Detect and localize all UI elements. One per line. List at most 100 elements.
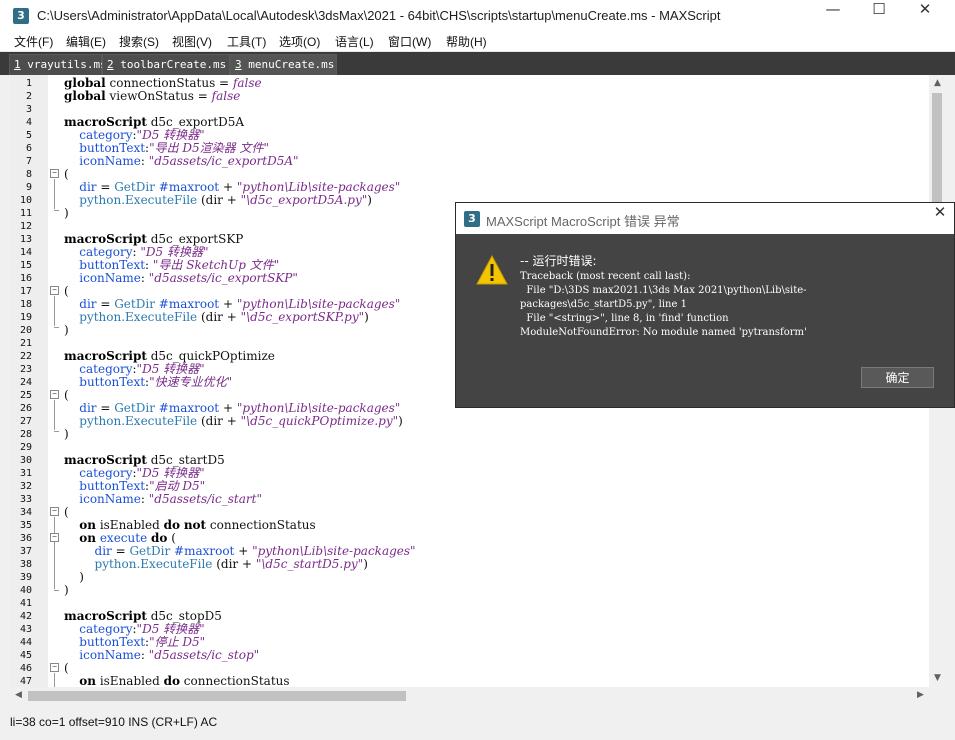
- code-line: iconName: "d5assets/ic_exportSKP": [79, 271, 298, 285]
- tab-menucreate[interactable]: 3 menuCreate.ms: [230, 54, 337, 75]
- menu-edit[interactable]: 编辑(E): [66, 33, 106, 50]
- code-line: ): [64, 427, 69, 441]
- menu-bar: 文件(F) 编辑(E) 搜索(S) 视图(V) 工具(T) 选项(O) 语言(L…: [0, 31, 955, 52]
- fold-marker[interactable]: −: [50, 286, 59, 295]
- menu-options[interactable]: 选项(O): [279, 33, 320, 50]
- line-number: 41: [19, 598, 32, 609]
- line-number: 26: [19, 403, 32, 414]
- scroll-left-arrow-icon[interactable]: ◀: [10, 687, 27, 704]
- code-line: python.ExecuteFile (dir + "\d5c_quickPOp…: [79, 414, 403, 428]
- line-number: 31: [19, 468, 32, 479]
- code-line: ): [64, 583, 69, 597]
- fold-marker[interactable]: −: [50, 169, 59, 178]
- error-line: packages\d5c_startD5.py", line 1: [520, 299, 687, 310]
- code-line: ): [64, 323, 69, 337]
- line-number: 6: [25, 143, 32, 154]
- dialog-title: MAXScript MacroScript 错误 异常: [486, 214, 680, 229]
- status-bar: li=38 co=1 offset=910 INS (CR+LF) AC: [0, 712, 945, 732]
- error-line: ModuleNotFoundError: No module named 'py…: [520, 327, 807, 338]
- code-line: python.ExecuteFile (dir + "\d5c_startD5.…: [94, 557, 368, 571]
- minimize-button[interactable]: —: [810, 0, 856, 31]
- menu-search[interactable]: 搜索(S): [119, 33, 159, 50]
- line-number: 14: [19, 247, 32, 258]
- line-number: 47: [19, 676, 32, 687]
- dialog-close-icon[interactable]: ✕: [926, 203, 954, 234]
- fold-marker[interactable]: −: [50, 663, 59, 672]
- fold-marker[interactable]: −: [50, 507, 59, 516]
- line-number: 42: [19, 611, 32, 622]
- window-title: C:\Users\Administrator\AppData\Local\Aut…: [37, 8, 721, 23]
- menu-language[interactable]: 语言(L): [335, 33, 374, 50]
- code-line: on isEnabled do connectionStatus: [79, 674, 290, 688]
- menu-help[interactable]: 帮助(H): [446, 33, 487, 50]
- line-number: 34: [19, 507, 32, 518]
- status-text: li=38 co=1 offset=910 INS (CR+LF) AC: [10, 715, 218, 729]
- line-number: 20: [19, 325, 32, 336]
- line-number: 28: [19, 429, 32, 440]
- line-number: 29: [19, 442, 32, 453]
- line-number: 11: [19, 208, 32, 219]
- line-number: 23: [19, 364, 32, 375]
- code-line: buttonText:"快速专业优化": [79, 375, 233, 389]
- error-heading: -- 运行时错误:: [520, 254, 597, 268]
- line-number: 19: [19, 312, 32, 323]
- fold-marker[interactable]: −: [50, 390, 59, 399]
- line-number: 39: [19, 572, 32, 583]
- line-number: 32: [19, 481, 32, 492]
- code-line: ): [64, 206, 69, 220]
- line-number: 18: [19, 299, 32, 310]
- maxscript-app-icon: 3: [464, 211, 480, 227]
- line-number: 33: [19, 494, 32, 505]
- menu-tools[interactable]: 工具(T): [227, 33, 266, 50]
- line-number: 5: [25, 130, 32, 141]
- title-bar[interactable]: 3 C:\Users\Administrator\AppData\Local\A…: [0, 0, 955, 31]
- line-number: 37: [19, 546, 32, 557]
- line-number: 38: [19, 559, 32, 570]
- horizontal-scroll-thumb[interactable]: [28, 691, 406, 701]
- code-line: python.ExecuteFile (dir + "\d5c_exportD5…: [79, 193, 372, 207]
- code-line: iconName: "d5assets/ic_stop": [79, 648, 260, 662]
- tab-toolbarcreate[interactable]: 2 toolbarCreate.ms: [102, 54, 230, 75]
- line-number: 8: [25, 169, 32, 180]
- close-button[interactable]: ✕: [902, 0, 948, 31]
- line-number: 36: [19, 533, 32, 544]
- scroll-down-arrow-icon[interactable]: ▼: [929, 670, 946, 687]
- line-number: 30: [19, 455, 32, 466]
- vertical-scroll-thumb[interactable]: [932, 93, 942, 205]
- warning-icon: [476, 254, 508, 290]
- code-line: iconName: "d5assets/ic_exportD5A": [79, 154, 299, 168]
- code-line: python.ExecuteFile (dir + "\d5c_exportSK…: [79, 310, 369, 324]
- error-message: -- 运行时错误: Traceback (most recent call la…: [520, 254, 807, 340]
- ok-button[interactable]: 确定: [861, 367, 934, 388]
- scroll-up-arrow-icon[interactable]: ▲: [929, 75, 946, 92]
- file-tab-bar: 1 vrayutils.ms 2 toolbarCreate.ms 3 menu…: [0, 52, 955, 75]
- maximize-button[interactable]: ☐: [856, 0, 902, 31]
- line-number: 9: [25, 182, 32, 193]
- line-number: 40: [19, 585, 32, 596]
- horizontal-scrollbar[interactable]: ◀ ▶: [10, 687, 929, 704]
- scroll-right-arrow-icon[interactable]: ▶: [912, 687, 929, 704]
- menu-window[interactable]: 窗口(W): [388, 33, 431, 50]
- line-number: 15: [19, 260, 32, 271]
- dialog-title-bar[interactable]: 3 MAXScript MacroScript 错误 异常 ✕: [456, 203, 954, 234]
- line-number: 27: [19, 416, 32, 427]
- line-number: 21: [19, 338, 32, 349]
- line-number: 12: [19, 221, 32, 232]
- menu-file[interactable]: 文件(F): [14, 33, 53, 50]
- line-number: 24: [19, 377, 32, 388]
- line-number: 35: [19, 520, 32, 531]
- line-number: 2: [25, 91, 32, 102]
- line-number: 43: [19, 624, 32, 635]
- line-number: 17: [19, 286, 32, 297]
- fold-marker[interactable]: −: [50, 533, 59, 542]
- line-number: 16: [19, 273, 32, 284]
- line-number: 7: [25, 156, 32, 167]
- code-line: iconName: "d5assets/ic_start": [79, 492, 262, 506]
- line-number: 10: [19, 195, 32, 206]
- line-number: 25: [19, 390, 32, 401]
- menu-view[interactable]: 视图(V): [172, 33, 212, 50]
- line-number: 45: [19, 650, 32, 661]
- tab-vrayutils[interactable]: 1 vrayutils.ms: [9, 54, 107, 75]
- maxscript-app-icon: 3: [13, 8, 29, 24]
- line-number: 3: [25, 104, 32, 115]
